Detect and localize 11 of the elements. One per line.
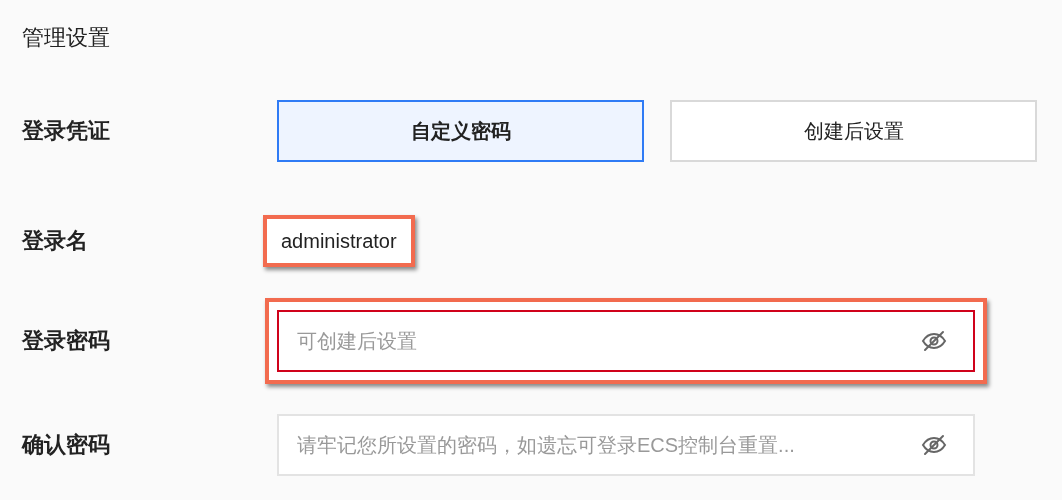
credential-option[interactable]: 创建后设置 [670, 100, 1037, 162]
login-name-value: administrator [263, 215, 415, 267]
section-title: 管理设置 [22, 24, 110, 52]
password-field[interactable]: 可创建后设置 [277, 310, 975, 372]
field-label: 确认密码 [22, 431, 110, 459]
eye-off-icon[interactable] [921, 330, 947, 352]
field-label: 登录密码 [22, 327, 110, 355]
field-label: 登录名 [22, 227, 88, 255]
field-label: 登录凭证 [22, 117, 110, 145]
eye-off-icon[interactable] [921, 434, 947, 456]
credential-option[interactable]: 自定义密码 [277, 100, 644, 162]
